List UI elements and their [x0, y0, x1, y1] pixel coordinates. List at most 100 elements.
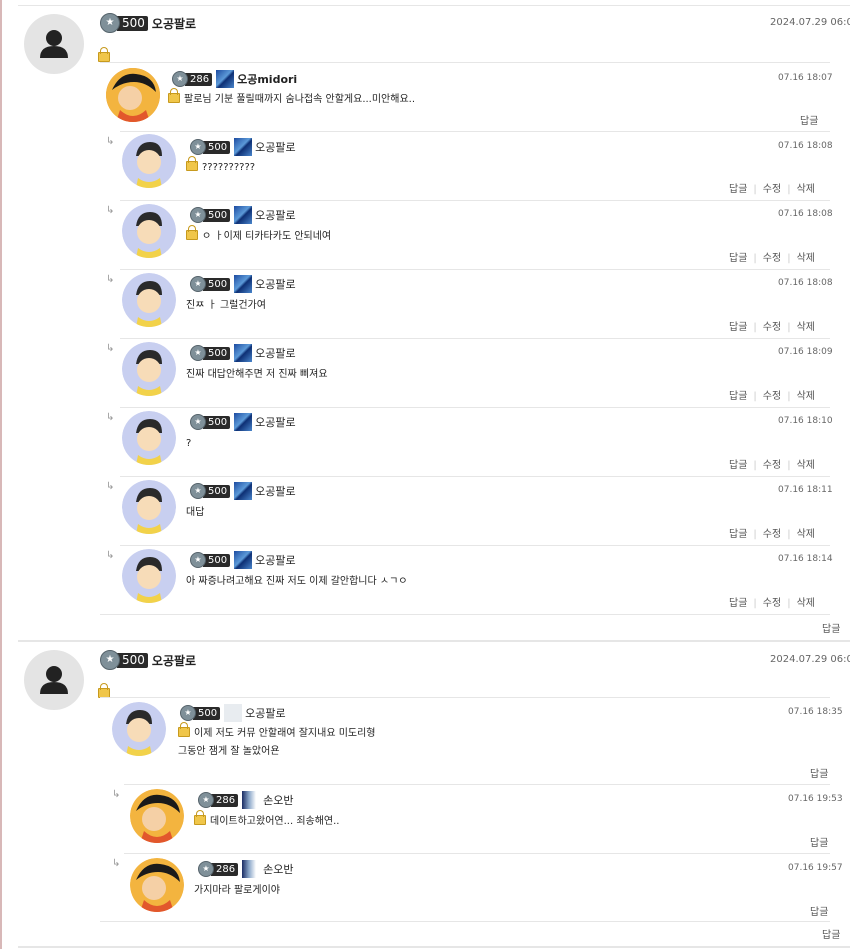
divider	[100, 697, 830, 698]
avatar-shinchan[interactable]	[122, 411, 176, 465]
level-badge: ★ 500	[190, 483, 231, 499]
avatar-shinchan[interactable]	[112, 702, 166, 756]
comment-nickname[interactable]: 오공팔로	[245, 705, 285, 721]
reply-button[interactable]: 답글	[729, 322, 747, 333]
comment-text: 진짜 대답안해주면 저 진짜 삐져요	[186, 369, 328, 380]
avatar-shinchan[interactable]	[122, 549, 176, 603]
comment-author[interactable]: ★ 500 오공팔로	[180, 704, 286, 722]
guild-flag-icon	[234, 344, 253, 362]
comment-nickname[interactable]: 오공팔로	[255, 414, 295, 430]
divider	[124, 853, 830, 854]
comment-actions: 답글 | 수정 | 삭제	[729, 184, 815, 195]
comment-nickname[interactable]: 오공팔로	[255, 139, 295, 155]
post-author[interactable]: ★ 500 오공팔로	[100, 13, 196, 33]
comment-text: ?	[186, 438, 192, 449]
divider	[124, 784, 830, 785]
level-badge: ★ 500	[190, 276, 231, 292]
lock-icon	[168, 88, 180, 103]
level-badge: ★ 286	[198, 792, 239, 808]
delete-button[interactable]: 삭제	[797, 460, 815, 471]
comment-author[interactable]: ★ 500 오공팔로	[190, 413, 296, 431]
edit-button[interactable]: 수정	[763, 598, 781, 609]
comment-author[interactable]: ★ 500 오공팔로	[190, 138, 296, 156]
comment-actions: 답글 | 수정 | 삭제	[729, 460, 815, 471]
reply-button[interactable]: 답글	[729, 460, 747, 471]
edit-button[interactable]: 수정	[763, 529, 781, 540]
delete-button[interactable]: 삭제	[797, 391, 815, 402]
comment-author[interactable]: ★ 286 오공midori	[172, 70, 297, 88]
comment-actions: 답글	[810, 903, 828, 918]
comment-date: 07.16 19:53	[788, 794, 843, 804]
edit-button[interactable]: 수정	[763, 322, 781, 333]
post-author[interactable]: ★ 500 오공팔로	[100, 650, 196, 670]
comment-nickname[interactable]: 손오반	[263, 861, 293, 877]
avatar-gohan[interactable]	[130, 858, 184, 912]
comment-author[interactable]: ★ 286 손오반	[198, 860, 293, 878]
reply-button[interactable]: 답글	[729, 253, 747, 264]
post-nickname[interactable]: 오공팔로	[152, 15, 196, 32]
guild-flag-icon	[224, 704, 243, 722]
reply-button[interactable]: 답글	[810, 907, 828, 918]
avatar-shinchan[interactable]	[122, 134, 176, 188]
delete-button[interactable]: 삭제	[797, 598, 815, 609]
default-avatar	[24, 14, 84, 74]
comment-nickname[interactable]: 오공팔로	[255, 345, 295, 361]
divider	[120, 131, 830, 132]
reply-button[interactable]: 답글	[729, 529, 747, 540]
avatar-gohan[interactable]	[106, 68, 160, 122]
thread-reply-button[interactable]: 답글	[822, 620, 840, 635]
comment-author[interactable]: ★ 500 오공팔로	[190, 344, 296, 362]
avatar-gohan[interactable]	[130, 789, 184, 843]
delete-button[interactable]: 삭제	[797, 184, 815, 195]
reply-button[interactable]: 답글	[800, 116, 818, 127]
edit-button[interactable]: 수정	[763, 253, 781, 264]
lock-icon	[178, 722, 190, 737]
comment-author[interactable]: ★ 500 오공팔로	[190, 275, 296, 293]
reply-button[interactable]: 답글	[729, 391, 747, 402]
level-badge: ★ 500	[190, 345, 231, 361]
comment-nickname[interactable]: 오공팔로	[255, 207, 295, 223]
rank-icon: ★	[190, 276, 206, 292]
reply-button[interactable]: 답글	[810, 838, 828, 849]
divider	[120, 476, 830, 477]
thread-reply-button[interactable]: 답글	[822, 926, 840, 941]
reply-button[interactable]: 답글	[729, 598, 747, 609]
comment-author[interactable]: ★ 500 오공팔로	[190, 482, 296, 500]
guild-flag-icon	[234, 206, 253, 224]
guild-flag-icon	[242, 791, 257, 809]
comment-nickname[interactable]: 오공팔로	[255, 552, 295, 568]
post-date: 2024.07.29 06:09	[770, 654, 850, 665]
delete-button[interactable]: 삭제	[797, 529, 815, 540]
comment-nickname[interactable]: 오공팔로	[255, 483, 295, 499]
comment-actions: 답글	[800, 112, 818, 127]
edit-button[interactable]: 수정	[763, 460, 781, 471]
comment-text: 아 짜증나려고해요 진짜 저도 이제 갈안합니다 ㅅㄱㅇ	[186, 576, 408, 587]
avatar-shinchan[interactable]	[122, 273, 176, 327]
avatar-shinchan[interactable]	[122, 342, 176, 396]
comment-nickname[interactable]: 오공팔로	[255, 276, 295, 292]
person-icon	[40, 666, 68, 694]
comment-date: 07.16 18:09	[778, 347, 833, 357]
comment-text: 데이트하고왔어연... 죄송해연..	[194, 810, 339, 830]
delete-button[interactable]: 삭제	[797, 253, 815, 264]
delete-button[interactable]: 삭제	[797, 322, 815, 333]
reply-arrow-icon: ↳	[106, 205, 115, 216]
comment-actions: 답글	[810, 834, 828, 849]
comment-author[interactable]: ★ 500 오공팔로	[190, 551, 296, 569]
reply-button[interactable]: 답글	[810, 769, 828, 780]
guild-flag-icon	[234, 275, 253, 293]
post-nickname[interactable]: 오공팔로	[152, 652, 196, 669]
comment-author[interactable]: ★ 500 오공팔로	[190, 206, 296, 224]
reply-button[interactable]: 답글	[729, 184, 747, 195]
level-badge: ★ 500	[190, 207, 231, 223]
guild-flag-icon	[234, 413, 253, 431]
avatar-shinchan[interactable]	[122, 480, 176, 534]
edit-button[interactable]: 수정	[763, 184, 781, 195]
comment-nickname[interactable]: 손오반	[263, 792, 293, 808]
comment-actions: 답글 | 수정 | 삭제	[729, 322, 815, 333]
comment-nickname[interactable]: 오공midori	[237, 71, 297, 87]
comment-text: 대답	[186, 507, 205, 518]
edit-button[interactable]: 수정	[763, 391, 781, 402]
comment-author[interactable]: ★ 286 손오반	[198, 791, 293, 809]
avatar-shinchan[interactable]	[122, 204, 176, 258]
